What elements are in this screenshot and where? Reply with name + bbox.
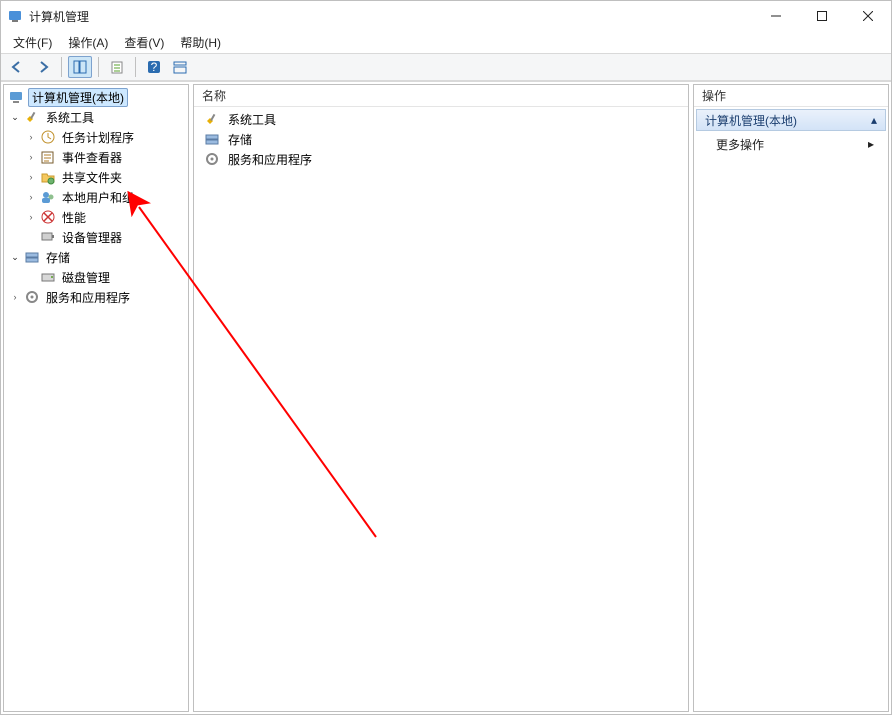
tree-device-manager[interactable]: 设备管理器 <box>4 227 188 247</box>
tree-pane: 计算机管理(本地) ⌄ 系统工具 › 任务计划程序 › <box>3 84 189 712</box>
tree-label: 本地用户和组 <box>60 189 136 206</box>
tree-label: 事件查看器 <box>60 149 124 166</box>
menu-help[interactable]: 帮助(H) <box>174 32 227 53</box>
tree-task-scheduler[interactable]: › 任务计划程序 <box>4 127 188 147</box>
maximize-button[interactable] <box>799 1 845 31</box>
expand-toggle[interactable]: › <box>24 170 38 184</box>
titlebar: 计算机管理 <box>1 1 891 31</box>
toolbar-separator <box>61 57 62 77</box>
properties-icon <box>110 60 124 74</box>
action-label: 更多操作 <box>716 136 764 153</box>
tools-icon <box>204 111 220 127</box>
close-icon <box>863 11 873 21</box>
menubar: 文件(F) 操作(A) 查看(V) 帮助(H) <box>1 31 891 53</box>
tree-label: 计算机管理(本地) <box>28 88 128 107</box>
arrow-left-icon <box>10 60 24 74</box>
tree-local-users[interactable]: › 本地用户和组 <box>4 187 188 207</box>
users-icon <box>40 189 56 205</box>
tree-label: 磁盘管理 <box>60 269 112 286</box>
list-pane: 名称 系统工具 存储 <box>193 84 689 712</box>
tree-shared-folders[interactable]: › 共享文件夹 <box>4 167 188 187</box>
back-button[interactable] <box>5 56 29 78</box>
svg-text:?: ? <box>151 60 158 74</box>
action-more[interactable]: 更多操作 ▸ <box>694 133 888 155</box>
close-button[interactable] <box>845 1 891 31</box>
list-item[interactable]: 存储 <box>198 129 684 149</box>
menu-view[interactable]: 查看(V) <box>118 32 170 53</box>
window-controls <box>753 1 891 31</box>
tools-icon <box>24 109 40 125</box>
actions-pane: 操作 计算机管理(本地) ▴ 更多操作 ▸ <box>693 84 889 712</box>
minimize-button[interactable] <box>753 1 799 31</box>
collapse-icon: ▴ <box>871 113 877 127</box>
actions-pane-icon <box>173 60 187 74</box>
show-tree-button[interactable] <box>68 56 92 78</box>
minimize-icon <box>771 11 781 21</box>
tree-pane-icon <box>73 60 87 74</box>
expand-toggle[interactable]: ⌄ <box>8 250 22 264</box>
tree-disk-mgmt[interactable]: 磁盘管理 <box>4 267 188 287</box>
arrow-right-icon <box>36 60 50 74</box>
toolbar-separator <box>98 57 99 77</box>
performance-icon <box>40 209 56 225</box>
list-item[interactable]: 服务和应用程序 <box>198 149 684 169</box>
tree-label: 设备管理器 <box>60 229 124 246</box>
tree-services-apps[interactable]: › 服务和应用程序 <box>4 287 188 307</box>
expand-toggle[interactable]: › <box>24 190 38 204</box>
show-actions-button[interactable] <box>168 56 192 78</box>
tree-label: 性能 <box>60 209 88 226</box>
services-icon <box>204 151 220 167</box>
storage-icon <box>24 249 40 265</box>
tree-storage[interactable]: ⌄ 存储 <box>4 247 188 267</box>
actions-section-label: 计算机管理(本地) <box>705 112 797 129</box>
expand-toggle[interactable]: › <box>8 290 22 304</box>
maximize-icon <box>817 11 827 21</box>
device-icon <box>40 229 56 245</box>
menu-action[interactable]: 操作(A) <box>62 32 114 53</box>
tree-performance[interactable]: › 性能 <box>4 207 188 227</box>
expand-toggle[interactable]: ⌄ <box>8 110 22 124</box>
list-item-label: 系统工具 <box>228 111 276 128</box>
window-title: 计算机管理 <box>29 8 89 25</box>
list-items: 系统工具 存储 服务和应用程序 <box>194 107 688 171</box>
tree-label: 服务和应用程序 <box>44 289 132 306</box>
actions-header: 操作 <box>694 85 888 107</box>
menu-file[interactable]: 文件(F) <box>7 32 58 53</box>
list-item-label: 存储 <box>228 131 252 148</box>
forward-button[interactable] <box>31 56 55 78</box>
tree-label: 系统工具 <box>44 109 96 126</box>
toolbar: ? <box>1 53 891 81</box>
list-item-label: 服务和应用程序 <box>228 151 312 168</box>
disk-icon <box>40 269 56 285</box>
actions-header-label: 操作 <box>702 87 726 104</box>
content-area: 计算机管理(本地) ⌄ 系统工具 › 任务计划程序 › <box>1 81 891 714</box>
help-button[interactable]: ? <box>142 56 166 78</box>
expand-toggle[interactable]: › <box>24 130 38 144</box>
list-item[interactable]: 系统工具 <box>198 109 684 129</box>
tree-label: 任务计划程序 <box>60 129 136 146</box>
services-icon <box>24 289 40 305</box>
tree-root[interactable]: 计算机管理(本地) <box>4 87 188 107</box>
column-header-name[interactable]: 名称 <box>194 85 688 107</box>
app-icon <box>7 8 23 24</box>
tree-sys-tools[interactable]: ⌄ 系统工具 <box>4 107 188 127</box>
chevron-right-icon: ▸ <box>868 137 874 151</box>
toolbar-separator <box>135 57 136 77</box>
shared-folder-icon <box>40 169 56 185</box>
help-icon: ? <box>147 60 161 74</box>
tree-label: 存储 <box>44 249 72 266</box>
actions-section[interactable]: 计算机管理(本地) ▴ <box>696 109 886 131</box>
window: 计算机管理 文件(F) 操作(A) 查看(V) 帮助(H) <box>0 0 892 715</box>
clock-icon <box>40 129 56 145</box>
properties-button[interactable] <box>105 56 129 78</box>
expand-toggle[interactable]: › <box>24 150 38 164</box>
event-log-icon <box>40 149 56 165</box>
storage-icon <box>204 131 220 147</box>
computer-icon <box>8 89 24 105</box>
tree-event-viewer[interactable]: › 事件查看器 <box>4 147 188 167</box>
tree-label: 共享文件夹 <box>60 169 124 186</box>
expand-toggle[interactable]: › <box>24 210 38 224</box>
column-label: 名称 <box>202 87 226 104</box>
